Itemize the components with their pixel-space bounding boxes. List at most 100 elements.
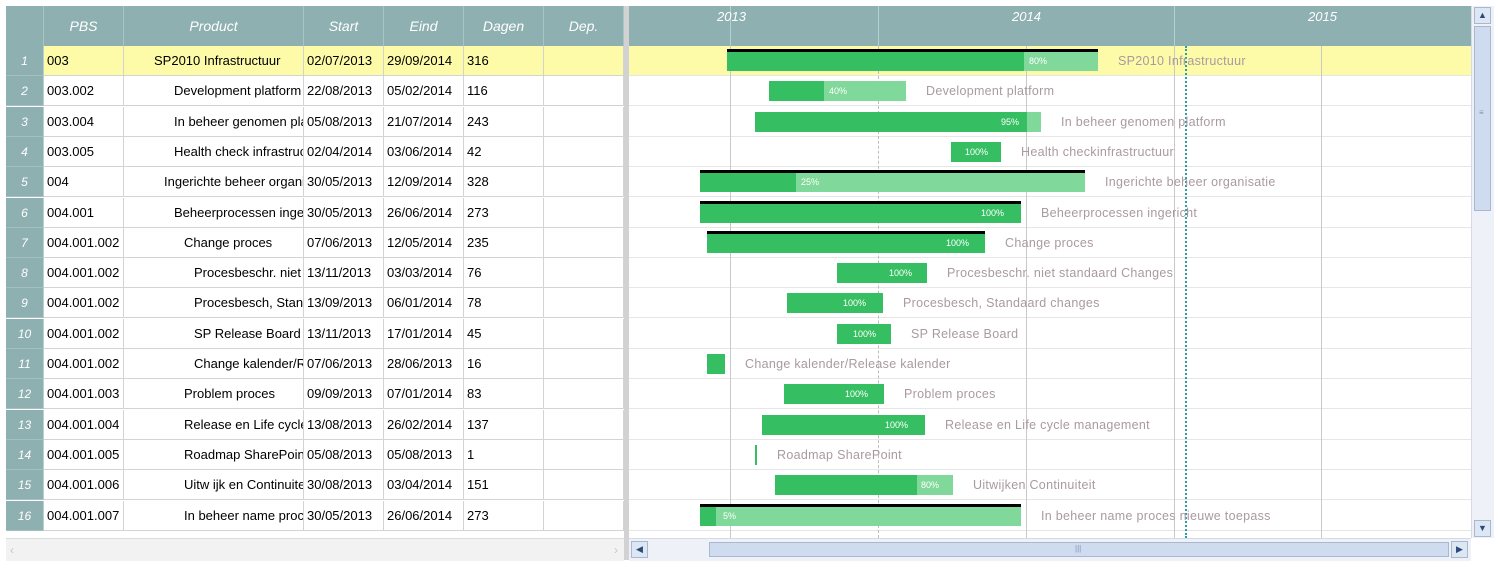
cell-pbs[interactable]: 003	[44, 46, 124, 76]
cell-start[interactable]: 30/05/2013	[304, 500, 384, 531]
cell-start[interactable]: 22/08/2013	[304, 76, 384, 107]
cell-start[interactable]: 02/04/2014	[304, 136, 384, 167]
task-bar[interactable]: 100%	[700, 200, 1021, 223]
cell-dep[interactable]	[544, 76, 624, 107]
cell-product[interactable]: Ingerichte beheer organi	[124, 167, 304, 198]
column-header-days[interactable]: Dagen	[464, 6, 544, 46]
cell-dep[interactable]	[544, 470, 624, 501]
cell-product[interactable]: In beheer genomen pla	[124, 106, 304, 137]
cell-end[interactable]: 12/05/2014	[384, 227, 464, 258]
cell-pbs[interactable]: 004.001.002	[44, 288, 124, 319]
cell-product[interactable]: SP Release Board	[124, 318, 304, 349]
table-row[interactable]: 4 003.005 Health check infrastruc 02/04/201…	[6, 136, 624, 167]
task-bar[interactable]: 80%	[727, 49, 1098, 71]
cell-pbs[interactable]: 004	[44, 167, 124, 198]
cell-pbs[interactable]: 003.004	[44, 106, 124, 137]
scroll-left-icon[interactable]: ◀	[631, 541, 648, 558]
table-row[interactable]: 7 004.001.002 Change proces 07/06/2013 12/05…	[6, 227, 624, 258]
task-bar[interactable]: 95%	[755, 111, 1041, 132]
cell-dep[interactable]	[544, 197, 624, 228]
cell-days[interactable]: 328	[464, 167, 544, 198]
cell-start[interactable]: 30/08/2013	[304, 470, 384, 501]
column-header-start[interactable]: Start	[304, 6, 384, 46]
cell-product[interactable]: Roadmap SharePoint	[124, 439, 304, 470]
scroll-up-icon[interactable]: ▲	[1474, 7, 1491, 24]
cell-end[interactable]: 03/03/2014	[384, 258, 464, 289]
cell-end[interactable]: 21/07/2014	[384, 106, 464, 137]
vertical-scroll-thumb[interactable]: ≡	[1474, 26, 1491, 211]
cell-dep[interactable]	[544, 136, 624, 167]
cell-start[interactable]: 13/08/2013	[304, 409, 384, 440]
cell-dep[interactable]	[544, 409, 624, 440]
cell-product[interactable]: Release en Life cycle	[124, 409, 304, 440]
cell-days[interactable]: 273	[464, 197, 544, 228]
cell-product[interactable]: Procesbeschr. niet	[124, 258, 304, 289]
scroll-right-icon[interactable]: ▶	[1451, 541, 1468, 558]
cell-dep[interactable]	[544, 46, 624, 76]
cell-pbs[interactable]: 004.001.002	[44, 318, 124, 349]
cell-end[interactable]: 05/08/2013	[384, 439, 464, 470]
cell-start[interactable]: 13/09/2013	[304, 288, 384, 319]
task-bar[interactable]: 100%	[837, 323, 891, 344]
cell-product[interactable]: Problem proces	[124, 379, 304, 410]
cell-dep[interactable]	[544, 106, 624, 137]
cell-days[interactable]: 83	[464, 379, 544, 410]
cell-start[interactable]: 02/07/2013	[304, 46, 384, 76]
cell-pbs[interactable]: 004.001.002	[44, 227, 124, 258]
cell-end[interactable]: 28/06/2013	[384, 349, 464, 379]
cell-end[interactable]: 26/06/2014	[384, 197, 464, 228]
cell-product[interactable]: Change kalender/Re	[124, 349, 304, 379]
horizontal-scroll-thumb[interactable]: |||	[709, 542, 1449, 557]
table-row[interactable]: 9 004.001.002 Procesbesch, Stand 13/09/2013…	[6, 288, 624, 319]
cell-end[interactable]: 29/09/2014	[384, 46, 464, 76]
gantt-horizontal-scrollbar[interactable]: ◀ ||| ▶	[629, 538, 1471, 561]
cell-days[interactable]: 137	[464, 409, 544, 440]
column-header-end[interactable]: Eind	[384, 6, 464, 46]
cell-pbs[interactable]: 004.001	[44, 197, 124, 228]
cell-days[interactable]: 1	[464, 439, 544, 470]
scroll-left-icon[interactable]: ‹	[10, 543, 14, 557]
cell-start[interactable]: 09/09/2013	[304, 379, 384, 410]
cell-product[interactable]: Development platform	[124, 76, 304, 107]
cell-start[interactable]: 07/06/2013	[304, 349, 384, 379]
column-header-pbs[interactable]: PBS	[44, 6, 124, 46]
table-row[interactable]: 11 004.001.002 Change kalender/Re 07/06/201…	[6, 349, 624, 379]
table-row[interactable]: 10 004.001.002 SP Release Board 13/11/2013 1…	[6, 318, 624, 349]
task-bar[interactable]: 25%	[700, 170, 1085, 193]
cell-pbs[interactable]: 004.001.007	[44, 500, 124, 531]
cell-product[interactable]: Beheerprocessen inge	[124, 197, 304, 228]
vertical-scrollbar[interactable]: ▲ ≡ ▼	[1471, 6, 1494, 538]
task-bar[interactable]: 100%	[787, 293, 883, 314]
cell-pbs[interactable]: 004.001.002	[44, 349, 124, 379]
table-row[interactable]: 5 004 Ingerichte beheer organi 30/05/2013 12…	[6, 167, 624, 198]
cell-days[interactable]: 273	[464, 500, 544, 531]
cell-pbs[interactable]: 003.005	[44, 136, 124, 167]
cell-end[interactable]: 07/01/2014	[384, 379, 464, 410]
cell-start[interactable]: 07/06/2013	[304, 227, 384, 258]
scroll-down-icon[interactable]: ▼	[1474, 520, 1491, 537]
cell-end[interactable]: 12/09/2014	[384, 167, 464, 198]
cell-dep[interactable]	[544, 288, 624, 319]
table-row[interactable]: 3 003.004 In beheer genomen pla 05/08/2013 2…	[6, 106, 624, 137]
table-row[interactable]: 13 004.001.004 Release en Life cycle 13/08/…	[6, 409, 624, 440]
task-bar[interactable]: 100%	[762, 414, 925, 435]
task-bar[interactable]	[755, 444, 757, 465]
cell-end[interactable]: 17/01/2014	[384, 318, 464, 349]
cell-product[interactable]: Uitw ijk en Continuiteit	[124, 470, 304, 501]
cell-days[interactable]: 76	[464, 258, 544, 289]
cell-pbs[interactable]: 004.001.004	[44, 409, 124, 440]
cell-start[interactable]: 05/08/2013	[304, 439, 384, 470]
table-row[interactable]: 2 003.002 Development platform 22/08/2013 05…	[6, 76, 624, 107]
cell-end[interactable]: 05/02/2014	[384, 76, 464, 107]
cell-pbs[interactable]: 004.001.005	[44, 439, 124, 470]
table-row[interactable]: 8 004.001.002 Procesbeschr. niet 13/11/2013…	[6, 258, 624, 289]
table-row[interactable]: 15 004.001.006 Uitw ijk en Continuiteit 30/…	[6, 470, 624, 501]
task-bar[interactable]: 40%	[769, 81, 906, 102]
cell-dep[interactable]	[544, 318, 624, 349]
cell-start[interactable]: 30/05/2013	[304, 197, 384, 228]
cell-pbs[interactable]: 004.001.003	[44, 379, 124, 410]
cell-end[interactable]: 26/02/2014	[384, 409, 464, 440]
cell-days[interactable]: 235	[464, 227, 544, 258]
cell-dep[interactable]	[544, 379, 624, 410]
cell-pbs[interactable]: 004.001.002	[44, 258, 124, 289]
